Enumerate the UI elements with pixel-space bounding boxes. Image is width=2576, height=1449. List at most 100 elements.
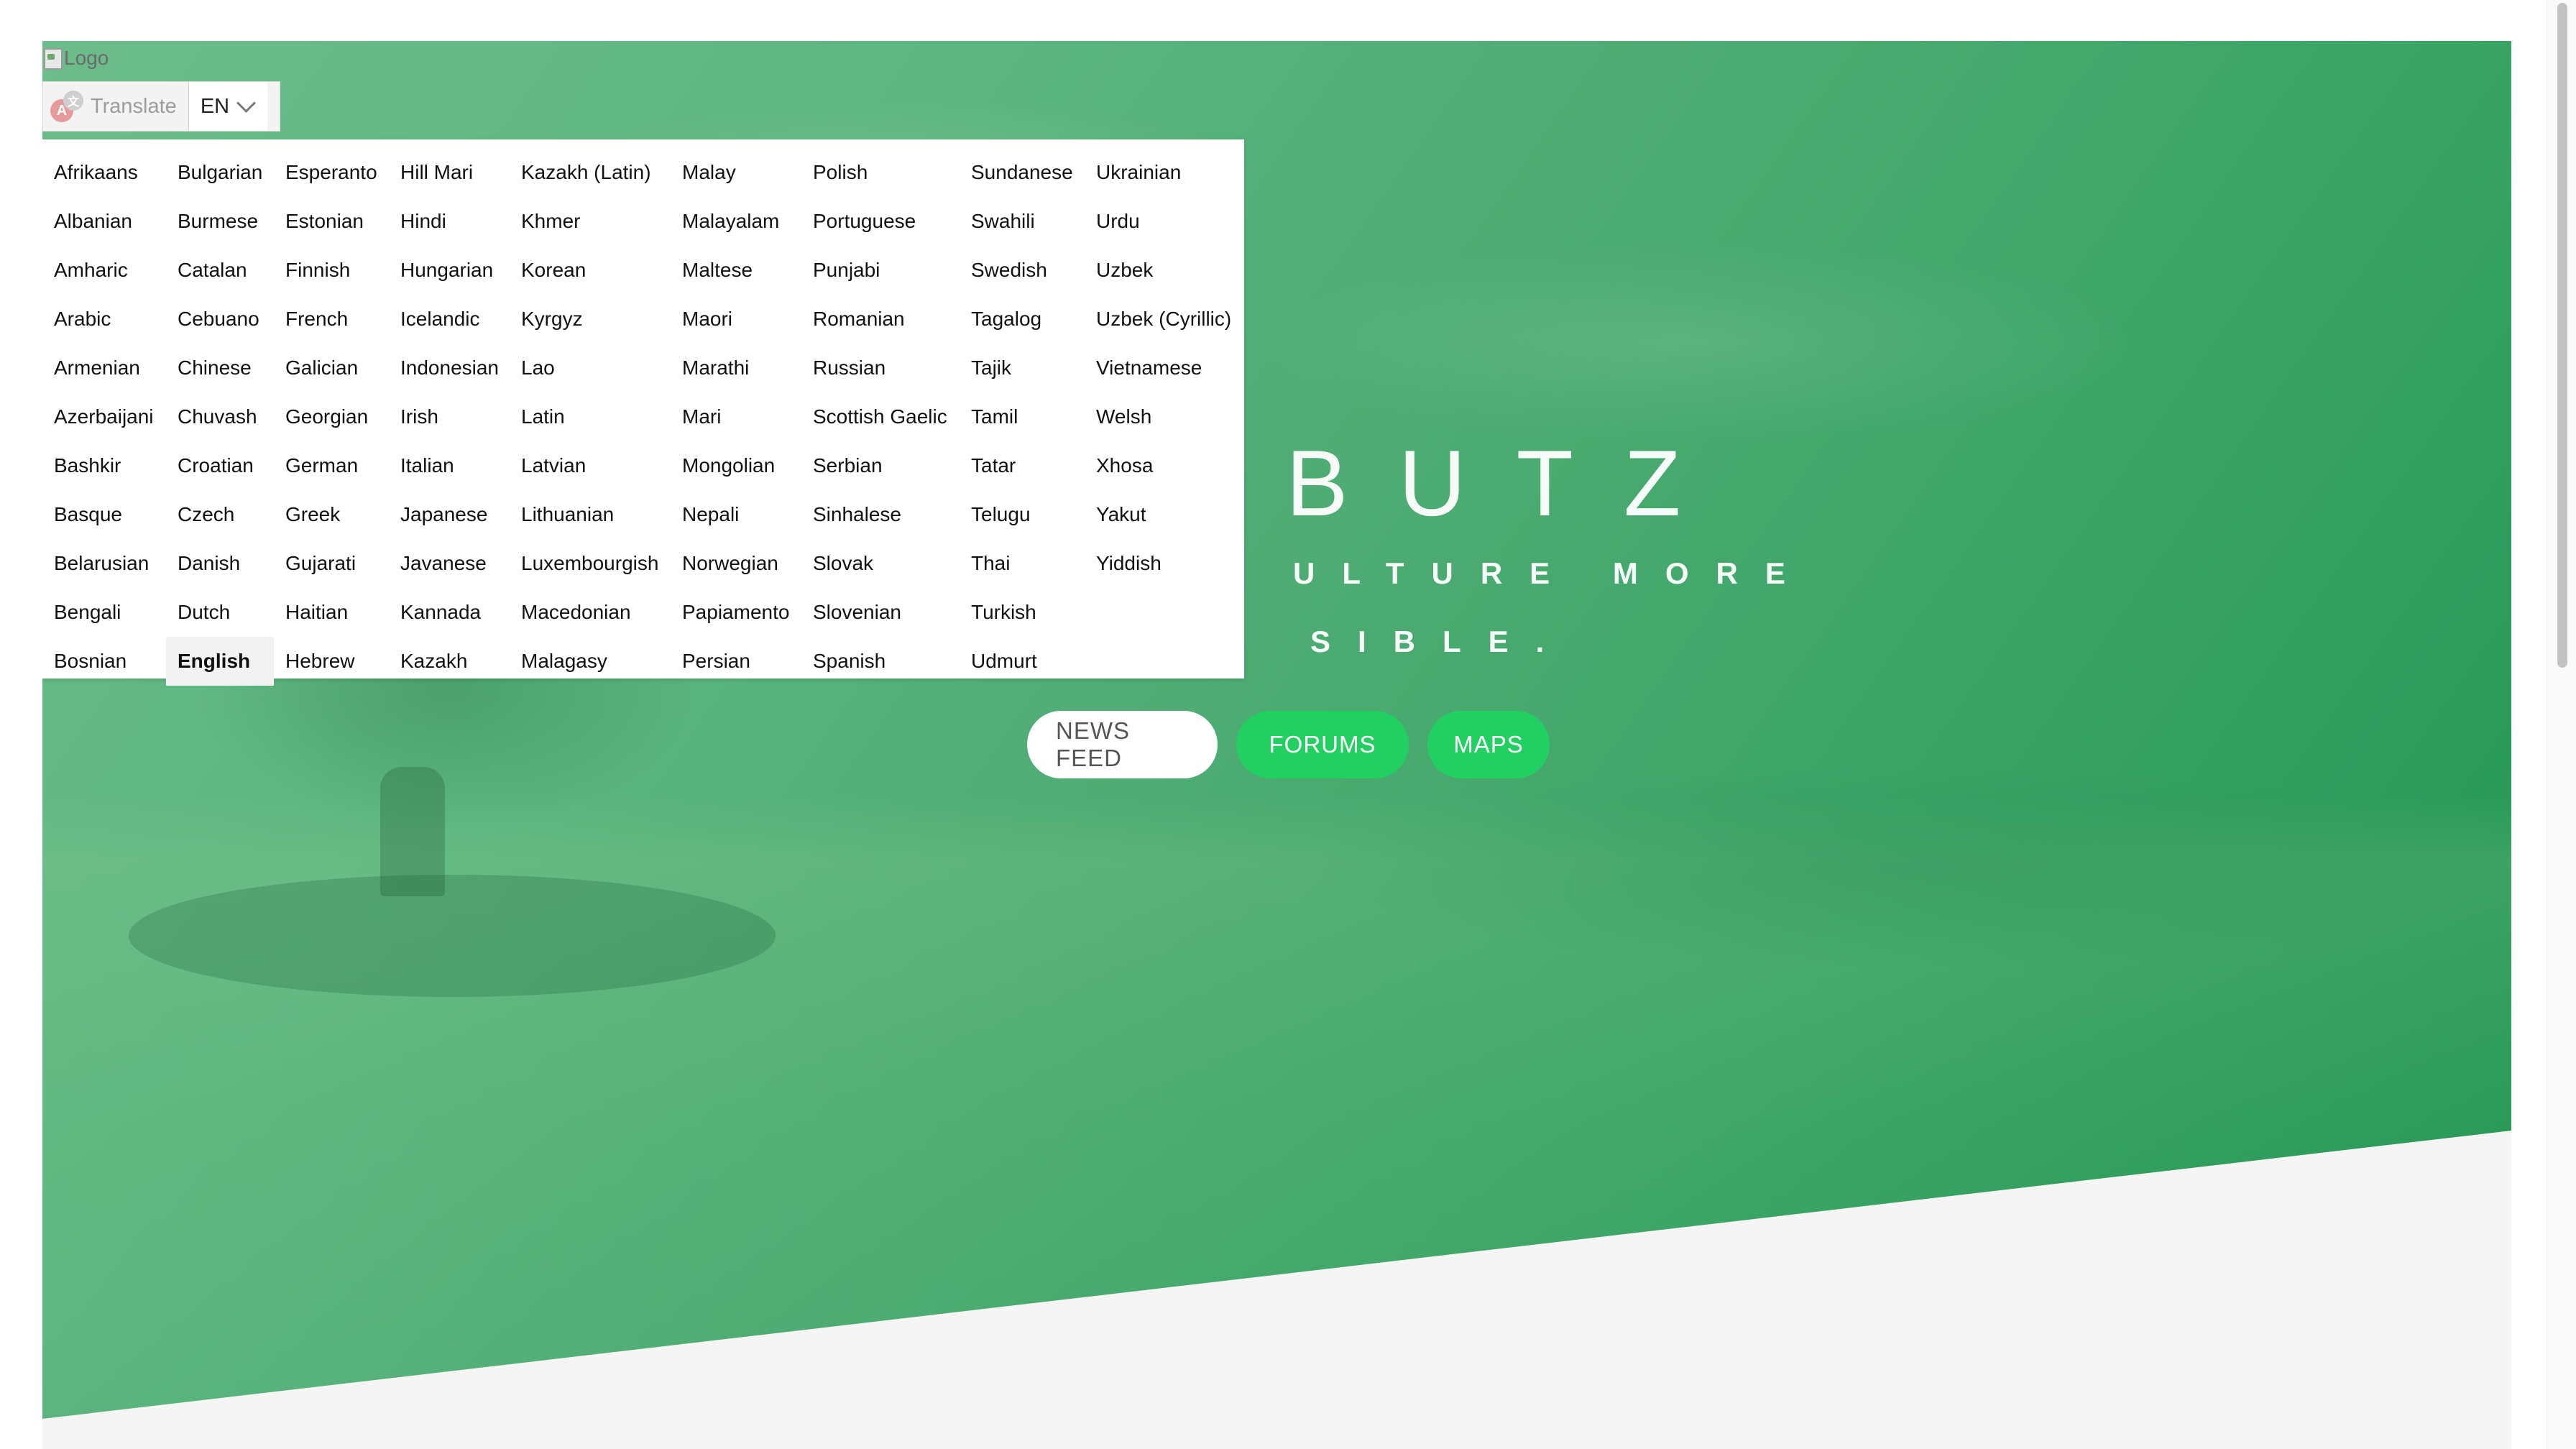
- language-option[interactable]: Bashkir: [42, 441, 165, 490]
- language-option[interactable]: Khmer: [510, 197, 670, 246]
- language-option[interactable]: Polish: [801, 148, 959, 197]
- language-option[interactable]: Croatian: [166, 441, 274, 490]
- language-option[interactable]: Kyrgyz: [510, 295, 670, 344]
- language-option[interactable]: Welsh: [1085, 392, 1243, 441]
- language-option[interactable]: Norwegian: [671, 539, 801, 588]
- language-option[interactable]: Ukrainian: [1085, 148, 1243, 197]
- language-option[interactable]: Persian: [671, 637, 801, 686]
- language-option[interactable]: Armenian: [42, 344, 165, 392]
- news-feed-button[interactable]: NEWS FEED: [1027, 711, 1218, 778]
- language-option[interactable]: Arabic: [42, 295, 165, 344]
- language-option[interactable]: Sinhalese: [801, 490, 959, 539]
- language-select[interactable]: EN: [188, 82, 268, 131]
- language-option[interactable]: Cebuano: [166, 295, 274, 344]
- scrollbar[interactable]: [2547, 0, 2576, 1449]
- language-option[interactable]: German: [274, 441, 389, 490]
- language-option[interactable]: Bosnian: [42, 637, 165, 686]
- language-option[interactable]: Chinese: [166, 344, 274, 392]
- language-option[interactable]: Mari: [671, 392, 801, 441]
- language-option[interactable]: Hill Mari: [389, 148, 510, 197]
- forums-button[interactable]: FORUMS: [1236, 711, 1409, 778]
- language-option[interactable]: Georgian: [274, 392, 389, 441]
- language-option[interactable]: Serbian: [801, 441, 959, 490]
- language-option[interactable]: Lithuanian: [510, 490, 670, 539]
- language-option[interactable]: Kannada: [389, 588, 510, 637]
- language-option[interactable]: Czech: [166, 490, 274, 539]
- language-option[interactable]: Romanian: [801, 295, 959, 344]
- language-option[interactable]: Xhosa: [1085, 441, 1243, 490]
- language-option[interactable]: Latvian: [510, 441, 670, 490]
- language-option[interactable]: Hebrew: [274, 637, 389, 686]
- language-option[interactable]: Gujarati: [274, 539, 389, 588]
- language-option[interactable]: Russian: [801, 344, 959, 392]
- language-option[interactable]: Kazakh (Latin): [510, 148, 670, 197]
- language-option[interactable]: Swahili: [960, 197, 1085, 246]
- language-option[interactable]: Latin: [510, 392, 670, 441]
- language-option[interactable]: Bengali: [42, 588, 165, 637]
- language-option[interactable]: Esperanto: [274, 148, 389, 197]
- language-option[interactable]: Yiddish: [1085, 539, 1243, 588]
- language-option[interactable]: Tagalog: [960, 295, 1085, 344]
- language-option[interactable]: Kazakh: [389, 637, 510, 686]
- language-option[interactable]: Udmurt: [960, 637, 1085, 686]
- language-option[interactable]: Slovenian: [801, 588, 959, 637]
- language-option[interactable]: Mongolian: [671, 441, 801, 490]
- language-option[interactable]: Slovak: [801, 539, 959, 588]
- language-option[interactable]: Maltese: [671, 246, 801, 295]
- language-option[interactable]: English: [166, 637, 275, 686]
- language-option[interactable]: Urdu: [1085, 197, 1243, 246]
- language-option[interactable]: Papiamento: [671, 588, 801, 637]
- language-option[interactable]: Greek: [274, 490, 389, 539]
- language-option[interactable]: Malay: [671, 148, 801, 197]
- language-option[interactable]: Hindi: [389, 197, 510, 246]
- language-option[interactable]: Korean: [510, 246, 670, 295]
- language-option[interactable]: Amharic: [42, 246, 165, 295]
- language-option[interactable]: Afrikaans: [42, 148, 165, 197]
- maps-button[interactable]: MAPS: [1427, 711, 1550, 778]
- language-option[interactable]: Icelandic: [389, 295, 510, 344]
- language-option[interactable]: Malagasy: [510, 637, 670, 686]
- language-option[interactable]: Portuguese: [801, 197, 959, 246]
- language-option[interactable]: Spanish: [801, 637, 959, 686]
- language-option[interactable]: Belarusian: [42, 539, 165, 588]
- language-option[interactable]: Macedonian: [510, 588, 670, 637]
- language-option[interactable]: Thai: [960, 539, 1085, 588]
- logo[interactable]: Logo: [42, 44, 109, 73]
- translate-button[interactable]: A 文 Translate: [43, 82, 189, 131]
- language-option[interactable]: Turkish: [960, 588, 1085, 637]
- language-option[interactable]: Punjabi: [801, 246, 959, 295]
- language-option[interactable]: Italian: [389, 441, 510, 490]
- language-option[interactable]: Irish: [389, 392, 510, 441]
- language-option[interactable]: Uzbek (Cyrillic): [1085, 295, 1243, 344]
- language-option[interactable]: Haitian: [274, 588, 389, 637]
- language-option[interactable]: Hungarian: [389, 246, 510, 295]
- language-option[interactable]: Bulgarian: [166, 148, 274, 197]
- language-option[interactable]: Sundanese: [960, 148, 1085, 197]
- language-option[interactable]: Tatar: [960, 441, 1085, 490]
- language-option[interactable]: Chuvash: [166, 392, 274, 441]
- language-option[interactable]: Uzbek: [1085, 246, 1243, 295]
- language-option[interactable]: Estonian: [274, 197, 389, 246]
- language-option[interactable]: Scottish Gaelic: [801, 392, 959, 441]
- language-option[interactable]: Luxembourgish: [510, 539, 670, 588]
- language-option[interactable]: Catalan: [166, 246, 274, 295]
- language-option[interactable]: Marathi: [671, 344, 801, 392]
- scrollbar-thumb[interactable]: [2557, 3, 2567, 668]
- language-option[interactable]: Vietnamese: [1085, 344, 1243, 392]
- language-option[interactable]: Indonesian: [389, 344, 510, 392]
- language-option[interactable]: Javanese: [389, 539, 510, 588]
- language-option[interactable]: Burmese: [166, 197, 274, 246]
- language-option[interactable]: Malayalam: [671, 197, 801, 246]
- language-option[interactable]: Japanese: [389, 490, 510, 539]
- language-option[interactable]: Danish: [166, 539, 274, 588]
- language-option[interactable]: Finnish: [274, 246, 389, 295]
- language-option[interactable]: Albanian: [42, 197, 165, 246]
- language-option[interactable]: Nepali: [671, 490, 801, 539]
- language-option[interactable]: Telugu: [960, 490, 1085, 539]
- language-option[interactable]: Dutch: [166, 588, 274, 637]
- language-option[interactable]: Azerbaijani: [42, 392, 165, 441]
- language-option[interactable]: Maori: [671, 295, 801, 344]
- language-option[interactable]: Lao: [510, 344, 670, 392]
- language-option[interactable]: Basque: [42, 490, 165, 539]
- language-option[interactable]: Swedish: [960, 246, 1085, 295]
